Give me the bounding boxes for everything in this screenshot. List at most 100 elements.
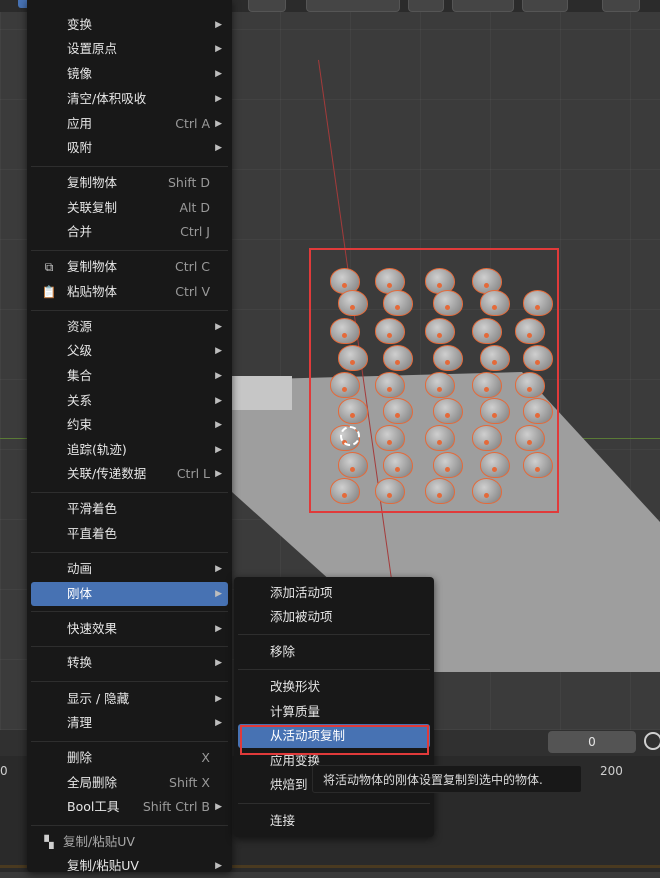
- mesh-object[interactable]: [425, 425, 455, 451]
- menu-item-copy-objects[interactable]: ⧉ 复制物体 Ctrl C: [31, 255, 228, 279]
- pivot-point-icon[interactable]: [408, 0, 444, 12]
- submenu-arrow-icon: ▶: [215, 861, 222, 871]
- timeline-tick-left: 0: [0, 764, 8, 778]
- mesh-object[interactable]: [523, 345, 553, 371]
- mesh-object[interactable]: [515, 372, 545, 398]
- mesh-object[interactable]: [375, 425, 405, 451]
- 3d-cursor-icon[interactable]: [340, 426, 360, 446]
- menu-item-asset[interactable]: 资源 ▶: [31, 315, 228, 339]
- mesh-object[interactable]: [523, 398, 553, 424]
- menu-item-clear[interactable]: 清空/体积吸收 ▶: [31, 87, 228, 111]
- submenu-item-add-passive[interactable]: 添加被动项: [238, 605, 430, 629]
- menu-item-constraint[interactable]: 约束 ▶: [31, 413, 228, 437]
- menu-item-snap[interactable]: 吸附 ▶: [31, 136, 228, 160]
- menu-item-link-transfer-data[interactable]: 关联/传递数据 Ctrl L ▶: [31, 462, 228, 486]
- mesh-object[interactable]: [480, 290, 510, 316]
- menu-item-parent[interactable]: 父级 ▶: [31, 339, 228, 363]
- submenu-arrow-icon: ▶: [215, 346, 222, 356]
- viewport-shading-icon[interactable]: [602, 0, 640, 12]
- mesh-object[interactable]: [472, 318, 502, 344]
- menu-item-apply[interactable]: 应用 Ctrl A ▶: [31, 112, 228, 136]
- menu-item-delete[interactable]: 删除 X: [31, 746, 228, 770]
- menu-item-set-origin[interactable]: 设置原点 ▶: [31, 37, 228, 61]
- snap-toggle[interactable]: [452, 0, 514, 12]
- menu-item-duplicate[interactable]: 复制物体 Shift D: [31, 171, 228, 195]
- mesh-object[interactable]: [433, 290, 463, 316]
- mesh-object[interactable]: [383, 345, 413, 371]
- menu-item-duplicate-linked[interactable]: 关联复制 Alt D: [31, 196, 228, 220]
- mesh-object[interactable]: [480, 398, 510, 424]
- mesh-object[interactable]: [330, 318, 360, 344]
- submenu-arrow-icon: ▶: [215, 44, 222, 54]
- mesh-object[interactable]: [383, 452, 413, 478]
- menu-separator: [238, 669, 430, 670]
- submenu-item-change-shape[interactable]: 改换形状: [238, 675, 430, 699]
- mesh-object[interactable]: [472, 425, 502, 451]
- mesh-object[interactable]: [375, 478, 405, 504]
- menu-item-copy-paste-uv-label: ▚ 复制/粘贴UV: [31, 830, 228, 854]
- submenu-arrow-icon: ▶: [215, 20, 222, 30]
- mesh-object[interactable]: [330, 372, 360, 398]
- mesh-object[interactable]: [338, 290, 368, 316]
- submenu-arrow-icon: ▶: [215, 396, 222, 406]
- mesh-object[interactable]: [383, 398, 413, 424]
- menu-separator: [31, 552, 228, 553]
- mesh-object[interactable]: [523, 290, 553, 316]
- mesh-object[interactable]: [480, 452, 510, 478]
- current-frame-field[interactable]: 0: [548, 731, 636, 753]
- proportional-edit-toggle[interactable]: [522, 0, 568, 12]
- menu-item-rigid-body[interactable]: 刚体 ▶: [31, 582, 228, 606]
- paste-icon: 📋: [41, 285, 57, 299]
- mesh-object[interactable]: [515, 425, 545, 451]
- mesh-object[interactable]: [433, 345, 463, 371]
- mesh-object[interactable]: [375, 372, 405, 398]
- mesh-object[interactable]: [338, 452, 368, 478]
- uv-icon: ▚: [44, 835, 54, 849]
- menu-item-paste-objects[interactable]: 📋 粘贴物体 Ctrl V: [31, 280, 228, 304]
- menu-item-shade-smooth[interactable]: 平滑着色: [31, 497, 228, 521]
- submenu-item-calculate-mass[interactable]: 计算质量: [238, 700, 430, 724]
- menu-item-show-hide[interactable]: 显示 / 隐藏 ▶: [31, 687, 228, 711]
- menu-item-bool-tool[interactable]: Bool工具 Shift Ctrl B ▶: [31, 795, 228, 819]
- mesh-object[interactable]: [433, 452, 463, 478]
- submenu-item-add-active[interactable]: 添加活动项: [238, 581, 430, 605]
- menu-item-shade-flat[interactable]: 平直着色: [31, 522, 228, 546]
- mesh-object[interactable]: [338, 398, 368, 424]
- menu-item-animation[interactable]: 动画 ▶: [31, 557, 228, 581]
- submenu-arrow-icon: ▶: [215, 322, 222, 332]
- menu-item-collection[interactable]: 集合 ▶: [31, 364, 228, 388]
- submenu-item-remove[interactable]: 移除: [238, 640, 430, 664]
- mesh-object[interactable]: [433, 398, 463, 424]
- mesh-object[interactable]: [515, 318, 545, 344]
- menu-item-copy-paste-uv[interactable]: 复制/粘贴UV ▶: [31, 854, 228, 878]
- mesh-object[interactable]: [523, 452, 553, 478]
- mesh-object[interactable]: [480, 345, 510, 371]
- menu-item-quick-effects[interactable]: 快速效果 ▶: [31, 617, 228, 641]
- mesh-object[interactable]: [472, 372, 502, 398]
- mesh-object[interactable]: [425, 318, 455, 344]
- mesh-object[interactable]: [383, 290, 413, 316]
- menu-item-transform[interactable]: 变换 ▶: [31, 13, 228, 37]
- transform-orientation-dropdown[interactable]: [306, 0, 400, 12]
- submenu-arrow-icon: ▶: [215, 371, 222, 381]
- menu-separator: [238, 803, 430, 804]
- annotate-tool-icon[interactable]: [248, 0, 286, 12]
- mesh-object[interactable]: [338, 345, 368, 371]
- mesh-object[interactable]: [425, 478, 455, 504]
- menu-separator: [31, 492, 228, 493]
- menu-item-mirror[interactable]: 镜像 ▶: [31, 62, 228, 86]
- menu-item-relations[interactable]: 关系 ▶: [31, 389, 228, 413]
- mesh-object[interactable]: [330, 478, 360, 504]
- menu-item-clean-up[interactable]: 清理 ▶: [31, 711, 228, 735]
- menu-separator: [31, 825, 228, 826]
- menu-item-join[interactable]: 合并 Ctrl J: [31, 220, 228, 244]
- mesh-object[interactable]: [375, 318, 405, 344]
- mesh-object[interactable]: [425, 372, 455, 398]
- tooltip: 将活动物体的刚体设置复制到选中的物体.: [312, 765, 582, 793]
- submenu-item-connect[interactable]: 连接: [238, 809, 430, 833]
- mesh-object[interactable]: [472, 478, 502, 504]
- clock-icon[interactable]: [644, 732, 660, 750]
- menu-item-delete-globally[interactable]: 全局删除 Shift X: [31, 771, 228, 795]
- menu-item-track[interactable]: 追踪(轨迹) ▶: [31, 438, 228, 462]
- menu-item-convert[interactable]: 转换 ▶: [31, 651, 228, 675]
